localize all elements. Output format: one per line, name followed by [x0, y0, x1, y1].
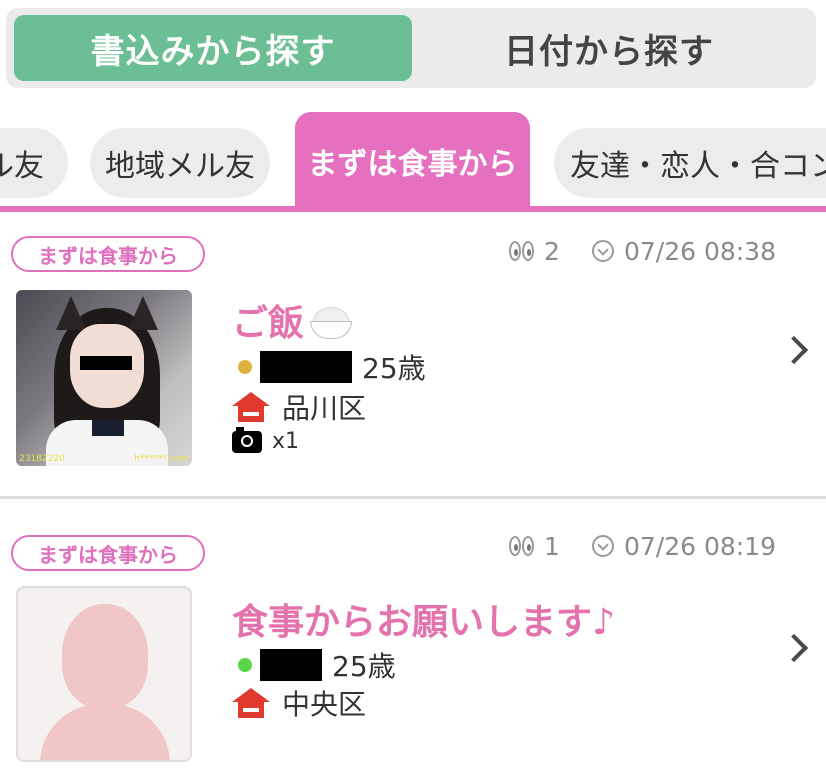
chevron-right-icon[interactable]	[779, 335, 809, 365]
online-status-icon	[238, 658, 252, 672]
default-avatar[interactable]	[16, 586, 192, 762]
search-mode-toggle: 書込みから探す 日付から探す	[6, 8, 816, 88]
category-tabs: ル友 地域メル友 まずは食事から 友達・恋人・合コン	[0, 112, 826, 214]
location-row: 品川区	[232, 387, 367, 427]
online-status-icon	[238, 360, 252, 374]
views-count: 2	[544, 236, 560, 266]
user-photo[interactable]: 23182220 h******.com	[16, 290, 192, 466]
post-meta: 2 07/26 08:38	[509, 234, 776, 268]
photo-watermark-site: h******.com	[134, 454, 189, 464]
views-icon	[509, 241, 535, 261]
clock-icon	[591, 535, 614, 557]
post-list-item[interactable]: まずは食事から 2 07/26 08:38 23182220 h******.c…	[0, 214, 826, 499]
user-info-row: 25歳	[238, 645, 396, 685]
post-title[interactable]: 食事からお願いします♪	[232, 593, 615, 645]
tab-mail-friend[interactable]: ル友	[0, 128, 68, 198]
user-age: 25歳	[332, 650, 396, 683]
home-icon	[232, 688, 270, 718]
views-count: 1	[544, 531, 560, 561]
redacted-username	[260, 351, 352, 383]
user-age: 25歳	[362, 352, 426, 385]
tab-friends-lovers-party[interactable]: 友達・恋人・合コン	[554, 128, 826, 198]
redacted-username	[260, 649, 322, 681]
photo-watermark-id: 23182220	[19, 454, 65, 464]
location-row: 中央区	[232, 683, 367, 723]
photo-count: x1	[272, 429, 300, 454]
user-area: 品川区	[282, 392, 367, 425]
tab-underline	[0, 206, 826, 212]
post-datetime: 07/26 08:19	[623, 531, 776, 561]
rice-bowl-icon	[310, 307, 353, 339]
post-title-text: ご飯	[232, 303, 305, 344]
post-list-item[interactable]: まずは食事から 1 07/26 08:19 食事からお願いします♪ 25歳 中央…	[0, 499, 826, 777]
censor-bar	[80, 356, 132, 370]
search-by-date-button[interactable]: 日付から探す	[410, 15, 808, 81]
search-by-post-button[interactable]: 書込みから探す	[14, 15, 412, 81]
chevron-right-icon[interactable]	[779, 633, 809, 663]
user-area: 中央区	[282, 688, 367, 721]
post-meta: 1 07/26 08:19	[509, 529, 776, 563]
home-icon	[232, 392, 270, 422]
photo-count-row: x1	[232, 426, 300, 454]
camera-icon	[232, 426, 262, 453]
category-badge: まずは食事から	[11, 236, 205, 272]
post-datetime: 07/26 08:38	[623, 236, 776, 266]
tab-local-mail-friend[interactable]: 地域メル友	[90, 128, 270, 198]
clock-icon	[591, 240, 614, 262]
post-title[interactable]: ご飯	[232, 294, 353, 346]
views-icon	[509, 536, 535, 556]
category-badge: まずは食事から	[11, 535, 205, 571]
user-info-row: 25歳	[238, 347, 426, 387]
tab-meal-first[interactable]: まずは食事から	[295, 112, 530, 210]
